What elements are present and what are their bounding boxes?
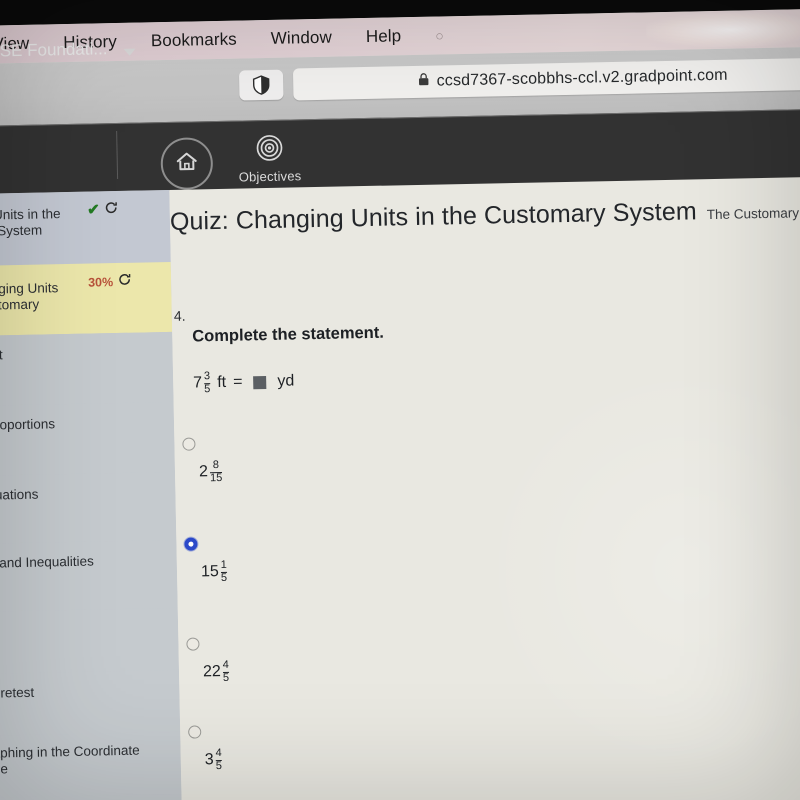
menu-item-help[interactable]: Help [366, 26, 402, 47]
answer-option-0[interactable]: 2 8 15 [182, 433, 443, 486]
url-bar[interactable]: ccsd7367-scobbhs-ccl.v2.gradpoint.com [292, 57, 800, 101]
sidebar-item-1[interactable]: anging Units ustomary 30% [0, 261, 173, 336]
question-statement: 7 3 5 ft = yd [193, 369, 295, 397]
home-icon [175, 150, 200, 177]
option-whole: 2 [198, 463, 209, 481]
menu-item-bookmarks[interactable]: Bookmarks [151, 30, 237, 52]
laptop-screen: View History Bookmarks Window Help ○ ccs… [0, 8, 800, 800]
fraction-denominator: 5 [220, 571, 228, 585]
radio-button[interactable] [182, 437, 196, 451]
fraction-denominator: 5 [215, 759, 223, 773]
page-subtitle: The Customary System [706, 204, 800, 223]
fraction-denominator: 5 [204, 383, 211, 397]
sidebar-item-4[interactable]: quations [0, 471, 177, 544]
option-fraction: 1 5 [220, 558, 228, 585]
fraction-numerator: 4 [222, 658, 229, 671]
answer-option-2[interactable]: 22 4 5 [186, 632, 447, 685]
objectives-label: Objectives [238, 168, 302, 185]
sidebar-item-label: g Units in the ry System [0, 206, 61, 239]
statement-whole: 7 [193, 374, 203, 392]
shield-icon[interactable] [238, 69, 284, 101]
quiz-header: Quiz: Changing Units in the Customary Sy… [170, 194, 800, 237]
option-whole: 22 [202, 663, 221, 681]
answer-option-1[interactable]: 15 1 5 [184, 533, 445, 586]
radio-button-selected[interactable] [184, 537, 198, 551]
quiz-content: Quiz: Changing Units in the Customary Sy… [169, 176, 800, 800]
statement-fraction: 3 5 [203, 370, 211, 397]
sidebar-item-label: Pretest [0, 684, 35, 701]
answer-option-value: 15 1 5 [201, 555, 445, 585]
sidebar-item-0[interactable]: g Units in the ry System ✔ [0, 189, 171, 266]
fraction-numerator: 1 [220, 558, 227, 571]
check-icon: ✔ [86, 201, 100, 219]
sidebar-item-status: ✔ [87, 201, 118, 219]
sidebar-item-label: est [0, 347, 3, 363]
answer-option-value: 3 4 5 [205, 743, 449, 773]
page-title: Quiz: Changing Units in the Customary Sy… [169, 197, 697, 236]
menu-trailing-glyph: ○ [435, 27, 444, 44]
answer-option-3[interactable]: 3 4 5 [188, 720, 449, 773]
question-prompt: Complete the statement. [192, 323, 385, 346]
sidebar-item-label: anging Units ustomary [0, 280, 59, 313]
sidebar-item-label: quations [0, 486, 39, 503]
option-fraction: 4 5 [215, 747, 223, 773]
fraction-numerator: 3 [203, 370, 211, 383]
option-whole: 15 [200, 563, 219, 581]
sidebar-item-7[interactable]: Pretest [0, 669, 181, 736]
menu-item-window[interactable]: Window [271, 28, 332, 49]
radio-button[interactable] [188, 725, 202, 739]
refresh-icon[interactable] [118, 273, 131, 290]
answer-option-value: 2 8 15 [199, 456, 443, 486]
course-selector[interactable]: GSE Foundati... [0, 39, 136, 62]
url-text: ccsd7367-scobbhs-ccl.v2.gradpoint.com [436, 66, 728, 90]
objectives-button[interactable]: Objectives [226, 133, 313, 185]
lock-icon [419, 73, 430, 91]
option-fraction: 8 15 [209, 459, 223, 485]
sidebar-item-5[interactable]: s and Inequalities [0, 539, 178, 612]
radio-button[interactable] [186, 637, 200, 651]
question-number: 4. [173, 307, 186, 324]
blank-answer-box[interactable] [253, 375, 267, 390]
answer-option-value: 22 4 5 [203, 655, 447, 685]
fraction-numerator: 4 [215, 747, 222, 760]
photo-frame: View History Bookmarks Window Help ○ ccs… [0, 0, 800, 800]
content-glare [472, 355, 800, 784]
chevron-down-icon [123, 48, 136, 56]
statement-from-unit: ft [217, 374, 227, 392]
target-icon [256, 135, 284, 167]
sidebar-item-progress: 30% [88, 273, 131, 291]
option-whole: 3 [204, 751, 214, 769]
sidebar-item-6[interactable]: g [0, 607, 179, 674]
sidebar-item-3[interactable]: Proportions [0, 401, 175, 476]
sidebar-item-2[interactable]: est [0, 331, 174, 406]
fraction-denominator: 5 [222, 671, 230, 685]
screen-glare [645, 10, 800, 49]
progress-percent: 30% [87, 274, 114, 290]
fraction-denominator: 15 [209, 471, 223, 485]
sidebar-item-label: Proportions [0, 416, 56, 433]
sidebar-item-label: aphing in the Coordinate ne [0, 742, 140, 777]
sidebar-item-label: g [0, 621, 108, 639]
fraction-numerator: 8 [212, 459, 220, 472]
option-fraction: 4 5 [222, 658, 230, 685]
statement-equals: = [232, 373, 243, 392]
course-outline-sidebar[interactable]: g Units in the ry System ✔ anging Units … [0, 189, 183, 800]
course-name: GSE Foundati... [0, 39, 108, 61]
statement-quantity: 7 3 5 [193, 370, 211, 397]
statement-to-unit: yd [277, 372, 295, 391]
refresh-icon[interactable] [105, 201, 118, 218]
sidebar-item-8[interactable]: aphing in the Coordinate ne [0, 731, 182, 798]
sidebar-item-label: s and Inequalities [0, 553, 94, 571]
